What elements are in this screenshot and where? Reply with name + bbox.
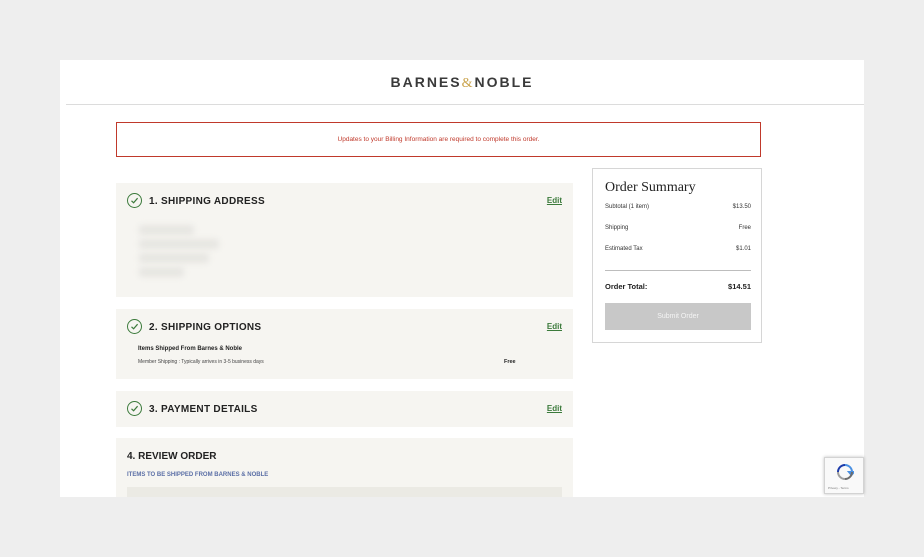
shipping-price: Free xyxy=(504,359,516,365)
edit-shipping-address-link[interactable]: Edit xyxy=(547,196,562,205)
summary-row-shipping: Shipping Free xyxy=(605,225,751,231)
recaptcha-badge[interactable]: Privacy - Terms xyxy=(824,457,864,494)
summary-row-subtotal: Subtotal (1 item) $13.50 xyxy=(605,204,751,210)
redacted-address-line xyxy=(139,239,219,249)
items-shipped-heading: ITEMS TO BE SHIPPED FROM BARNES & NOBLE xyxy=(127,472,269,478)
edit-payment-details-link[interactable]: Edit xyxy=(547,404,562,413)
section-title: 3. PAYMENT DETAILS xyxy=(149,404,258,415)
summary-row-tax: Estimated Tax $1.01 xyxy=(605,246,751,252)
section-title: 4. REVIEW ORDER xyxy=(127,451,217,462)
section-title: 2. SHIPPING OPTIONS xyxy=(149,322,262,333)
edit-shipping-options-link[interactable]: Edit xyxy=(547,322,562,331)
payment-details-section: 3. PAYMENT DETAILS Edit xyxy=(116,391,573,427)
check-circle-icon xyxy=(127,319,142,334)
checkout-page: BARNES&NOBLE Updates to your Billing Inf… xyxy=(60,60,864,497)
barnes-noble-logo[interactable]: BARNES&NOBLE xyxy=(60,60,864,104)
recaptcha-icon xyxy=(837,464,854,480)
billing-alert: Updates to your Billing Information are … xyxy=(116,122,761,157)
shipping-method: Member Shipping : Typically arrives in 3… xyxy=(138,359,264,365)
order-total: Order Total: $14.51 xyxy=(605,282,751,291)
order-summary-panel: Order Summary Subtotal (1 item) $13.50 S… xyxy=(592,168,762,343)
check-circle-icon xyxy=(127,401,142,416)
order-item-row xyxy=(127,487,562,497)
shipping-options-section: 2. SHIPPING OPTIONS Edit Items Shipped F… xyxy=(116,309,573,379)
redacted-address-line xyxy=(139,267,184,277)
review-order-section: 4. REVIEW ORDER ITEMS TO BE SHIPPED FROM… xyxy=(116,438,573,497)
section-title: 1. SHIPPING ADDRESS xyxy=(149,196,265,207)
ship-from-label: Items Shipped From Barnes & Noble xyxy=(138,346,243,352)
summary-divider xyxy=(605,270,751,271)
check-circle-icon xyxy=(127,193,142,208)
shipping-address-section: 1. SHIPPING ADDRESS Edit xyxy=(116,183,573,297)
redacted-address-line xyxy=(139,253,209,263)
header-divider xyxy=(66,104,864,105)
recaptcha-footer[interactable]: Privacy - Terms xyxy=(828,486,849,490)
submit-order-button[interactable]: Submit Order xyxy=(605,303,751,330)
order-summary-title: Order Summary xyxy=(605,180,696,195)
redacted-address-line xyxy=(139,225,194,235)
